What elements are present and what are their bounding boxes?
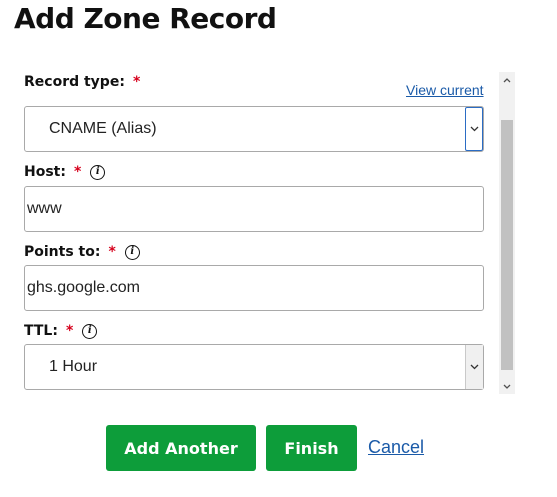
record-form: Record type: * View current CNAME (Alias… (0, 68, 557, 398)
view-current-link[interactable]: View current (406, 82, 484, 98)
chevron-down-icon[interactable] (465, 345, 483, 389)
host-input[interactable] (24, 186, 484, 232)
scrollbar-thumb[interactable] (501, 120, 513, 370)
ttl-label: TTL: (24, 323, 58, 339)
points-to-label-row: Points to: * i (24, 244, 140, 260)
host-label-row: Host: * i (24, 164, 106, 180)
record-type-label-row: Record type: * (24, 74, 140, 90)
required-asterisk: * (73, 164, 82, 180)
required-asterisk: * (108, 244, 116, 260)
ttl-select[interactable]: 1 Hour (24, 344, 484, 390)
record-type-label: Record type: (24, 74, 125, 90)
info-icon[interactable]: i (82, 323, 98, 339)
info-icon[interactable]: i (124, 244, 140, 260)
record-type-selected-value: CNAME (Alias) (49, 120, 157, 137)
info-icon[interactable]: i (90, 164, 106, 180)
cancel-link[interactable]: Cancel (368, 437, 424, 458)
ttl-label-row: TTL: * i (24, 323, 98, 339)
host-label: Host: (24, 164, 66, 180)
form-scrollbar[interactable] (499, 72, 515, 394)
points-to-label: Points to: (24, 244, 101, 260)
record-type-select[interactable]: CNAME (Alias) (24, 106, 484, 152)
finish-button[interactable]: Finish (266, 425, 357, 471)
ttl-selected-value: 1 Hour (49, 358, 98, 375)
required-asterisk: * (132, 74, 141, 90)
scroll-down-arrow-icon[interactable] (499, 378, 515, 394)
chevron-down-icon[interactable] (465, 107, 483, 151)
points-to-input[interactable] (24, 265, 484, 311)
add-another-button[interactable]: Add Another (106, 425, 256, 471)
scroll-up-arrow-icon[interactable] (499, 72, 515, 88)
dialog-title: Add Zone Record (14, 2, 277, 35)
required-asterisk: * (65, 323, 74, 339)
